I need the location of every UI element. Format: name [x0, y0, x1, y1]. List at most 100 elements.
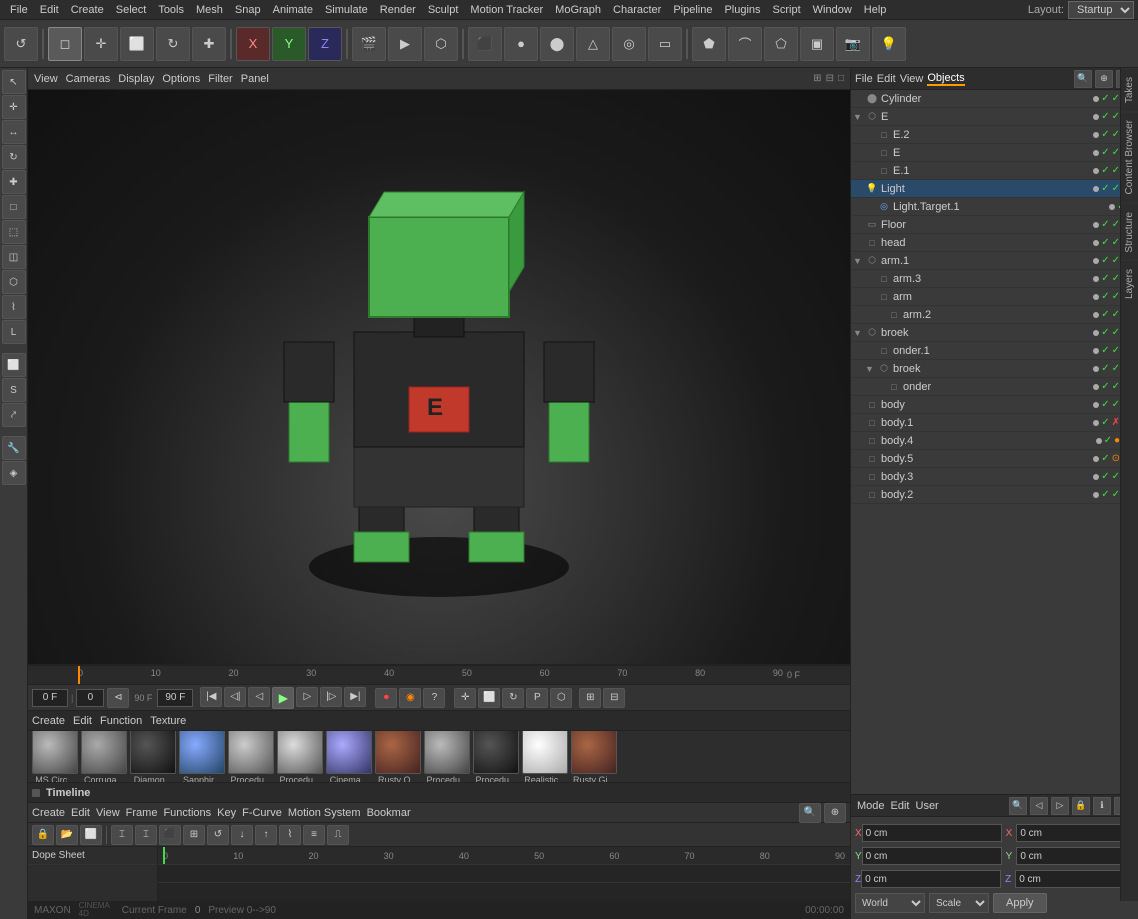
mat-menu-create[interactable]: Create	[32, 715, 65, 727]
obj-row-body3[interactable]: □ body.3 ✓ ✓	[851, 468, 1138, 486]
material-9[interactable]: Procedu...	[473, 731, 519, 782]
left-tool-9[interactable]: ⌇	[2, 295, 26, 319]
rotate-btn[interactable]: ↻	[156, 27, 190, 61]
camera-btn[interactable]: 📷	[836, 27, 870, 61]
apply-button[interactable]: Apply	[993, 893, 1047, 913]
scrubber-bar[interactable]: 0 10 20 30 40 50 60 70 80 90	[28, 665, 850, 685]
mograph-btn[interactable]: ▣	[800, 27, 834, 61]
render-region-btn[interactable]: ⬡	[424, 27, 458, 61]
tl-tool-8[interactable]: ↓	[231, 825, 253, 845]
rot-key-btn[interactable]: ↻	[502, 688, 524, 708]
left-tool-13[interactable]: ⤤	[2, 403, 26, 427]
menu-mesh[interactable]: Mesh	[190, 4, 229, 16]
left-tool-15[interactable]: ◈	[2, 461, 26, 485]
tl-tool-10[interactable]: ⌇	[279, 825, 301, 845]
next-frame-btn[interactable]: ▷	[296, 687, 318, 707]
obj-row-arm3[interactable]: □ arm.3 ✓ ✓	[851, 270, 1138, 288]
obj-tab-file[interactable]: File	[855, 73, 873, 85]
cylinder-btn[interactable]: ⬤	[540, 27, 574, 61]
obj-search-btn[interactable]: 🔍	[1074, 70, 1092, 88]
attr-x-pos[interactable]	[862, 824, 1002, 842]
obj-filter-btn[interactable]: ⊕	[1095, 70, 1113, 88]
grid-btn[interactable]: ⊟	[603, 688, 625, 708]
left-tool-14[interactable]: 🔧	[2, 436, 26, 460]
menu-character[interactable]: Character	[607, 4, 667, 16]
undo-btn[interactable]: ↺	[4, 27, 38, 61]
mat-menu-function[interactable]: Function	[100, 715, 142, 727]
viewport-3d[interactable]: E	[28, 90, 850, 664]
side-tab-structure[interactable]: Structure	[1121, 203, 1138, 261]
menu-window[interactable]: Window	[807, 4, 858, 16]
side-tab-takes[interactable]: Takes	[1121, 68, 1138, 111]
deform-btn[interactable]: ⬟	[692, 27, 726, 61]
attr-tab-mode[interactable]: Mode	[857, 800, 885, 812]
tl-menu-create[interactable]: Create	[32, 807, 65, 819]
light-btn[interactable]: 💡	[872, 27, 906, 61]
tl-tool-11[interactable]: ≡	[303, 825, 325, 845]
prev-key-btn[interactable]: ◁|	[224, 687, 246, 707]
tl-tool-3[interactable]: ⌶	[111, 825, 133, 845]
left-tool-8[interactable]: ⬡	[2, 270, 26, 294]
obj-row-onder[interactable]: □ onder ✓ ✓	[851, 378, 1138, 396]
tl-magnet-btn[interactable]: ⊕	[824, 803, 846, 823]
prev-frame-btn[interactable]: ◁	[248, 687, 270, 707]
tl-tool-5[interactable]: ⬛	[159, 825, 181, 845]
left-tool-0[interactable]: ↖	[2, 70, 26, 94]
tl-tool-12[interactable]: ⎍	[327, 825, 349, 845]
y-axis-btn[interactable]: Y	[272, 27, 306, 61]
tl-menu-key[interactable]: Key	[217, 807, 236, 819]
menu-plugins[interactable]: Plugins	[718, 4, 766, 16]
material-4[interactable]: Procedu...	[228, 731, 274, 782]
goto-start-btn[interactable]: |◀	[200, 687, 222, 707]
menu-simulate[interactable]: Simulate	[319, 4, 374, 16]
help-btn[interactable]: ?	[423, 688, 445, 708]
obj-row-head[interactable]: □ head ✓ ✓	[851, 234, 1138, 252]
tl-menu-edit[interactable]: Edit	[71, 807, 90, 819]
tl-tool-7[interactable]: ↺	[207, 825, 229, 845]
viewport-menu-display[interactable]: Display	[118, 73, 154, 85]
start-frame-btn[interactable]: ⊲	[107, 688, 129, 708]
obj-row-light[interactable]: 💡 Light ✓ ✓	[851, 180, 1138, 198]
nurbs-btn[interactable]: ⬠	[764, 27, 798, 61]
timeline-tracks[interactable]: 0 10 20 30 40 50 60 70 80 90	[158, 847, 850, 901]
current-frame-input[interactable]	[32, 689, 68, 707]
scale-btn[interactable]: ⬜	[120, 27, 154, 61]
left-tool-12[interactable]: S	[2, 378, 26, 402]
play-btn[interactable]: ▶	[272, 687, 294, 709]
obj-row-broek-group[interactable]: ▼ ⬡ broek ✓ ✓	[851, 324, 1138, 342]
tl-menu-view[interactable]: View	[96, 807, 120, 819]
move-btn[interactable]: ✛	[84, 27, 118, 61]
menu-motiontracker[interactable]: Motion Tracker	[464, 4, 549, 16]
menu-select[interactable]: Select	[110, 4, 153, 16]
tl-tool-9[interactable]: ↑	[255, 825, 277, 845]
left-tool-11[interactable]: ⬜	[2, 353, 26, 377]
tl-menu-bookmar[interactable]: Bookmar	[367, 807, 411, 819]
menu-help[interactable]: Help	[858, 4, 893, 16]
x-axis-btn[interactable]: X	[236, 27, 270, 61]
next-key-btn[interactable]: |▷	[320, 687, 342, 707]
end-frame-input[interactable]	[157, 689, 193, 707]
left-tool-10[interactable]: L	[2, 320, 26, 344]
film-btn[interactable]: 🎬	[352, 27, 386, 61]
layout-dropdown[interactable]: Startup	[1068, 1, 1134, 19]
attr-z-pos[interactable]	[861, 870, 1001, 888]
material-7[interactable]: Rusty O...	[375, 731, 421, 782]
viewport-menu-panel[interactable]: Panel	[241, 73, 269, 85]
material-0[interactable]: MS Circ...	[32, 731, 78, 782]
viewport-menu-options[interactable]: Options	[162, 73, 200, 85]
mat-menu-texture[interactable]: Texture	[150, 715, 186, 727]
viewport-menu-cameras[interactable]: Cameras	[66, 73, 111, 85]
start-frame-input[interactable]	[76, 689, 104, 707]
coord-system-dropdown[interactable]: World Object	[855, 893, 925, 913]
attr-search-btn[interactable]: 🔍	[1009, 797, 1027, 815]
torus-btn[interactable]: ◎	[612, 27, 646, 61]
obj-row-body4[interactable]: □ body.4 ✓ ●	[851, 432, 1138, 450]
sphere-btn[interactable]: ●	[504, 27, 538, 61]
side-tab-content-browser[interactable]: Content Browser	[1121, 111, 1138, 202]
attr-tab-edit[interactable]: Edit	[891, 800, 910, 812]
obj-row-E2[interactable]: □ E.2 ✓ ✓	[851, 126, 1138, 144]
spline-btn[interactable]: ⌒	[728, 27, 762, 61]
obj-tab-objects[interactable]: Objects	[927, 72, 964, 86]
menu-sculpt[interactable]: Sculpt	[422, 4, 465, 16]
move-key-btn[interactable]: ✛	[454, 688, 476, 708]
